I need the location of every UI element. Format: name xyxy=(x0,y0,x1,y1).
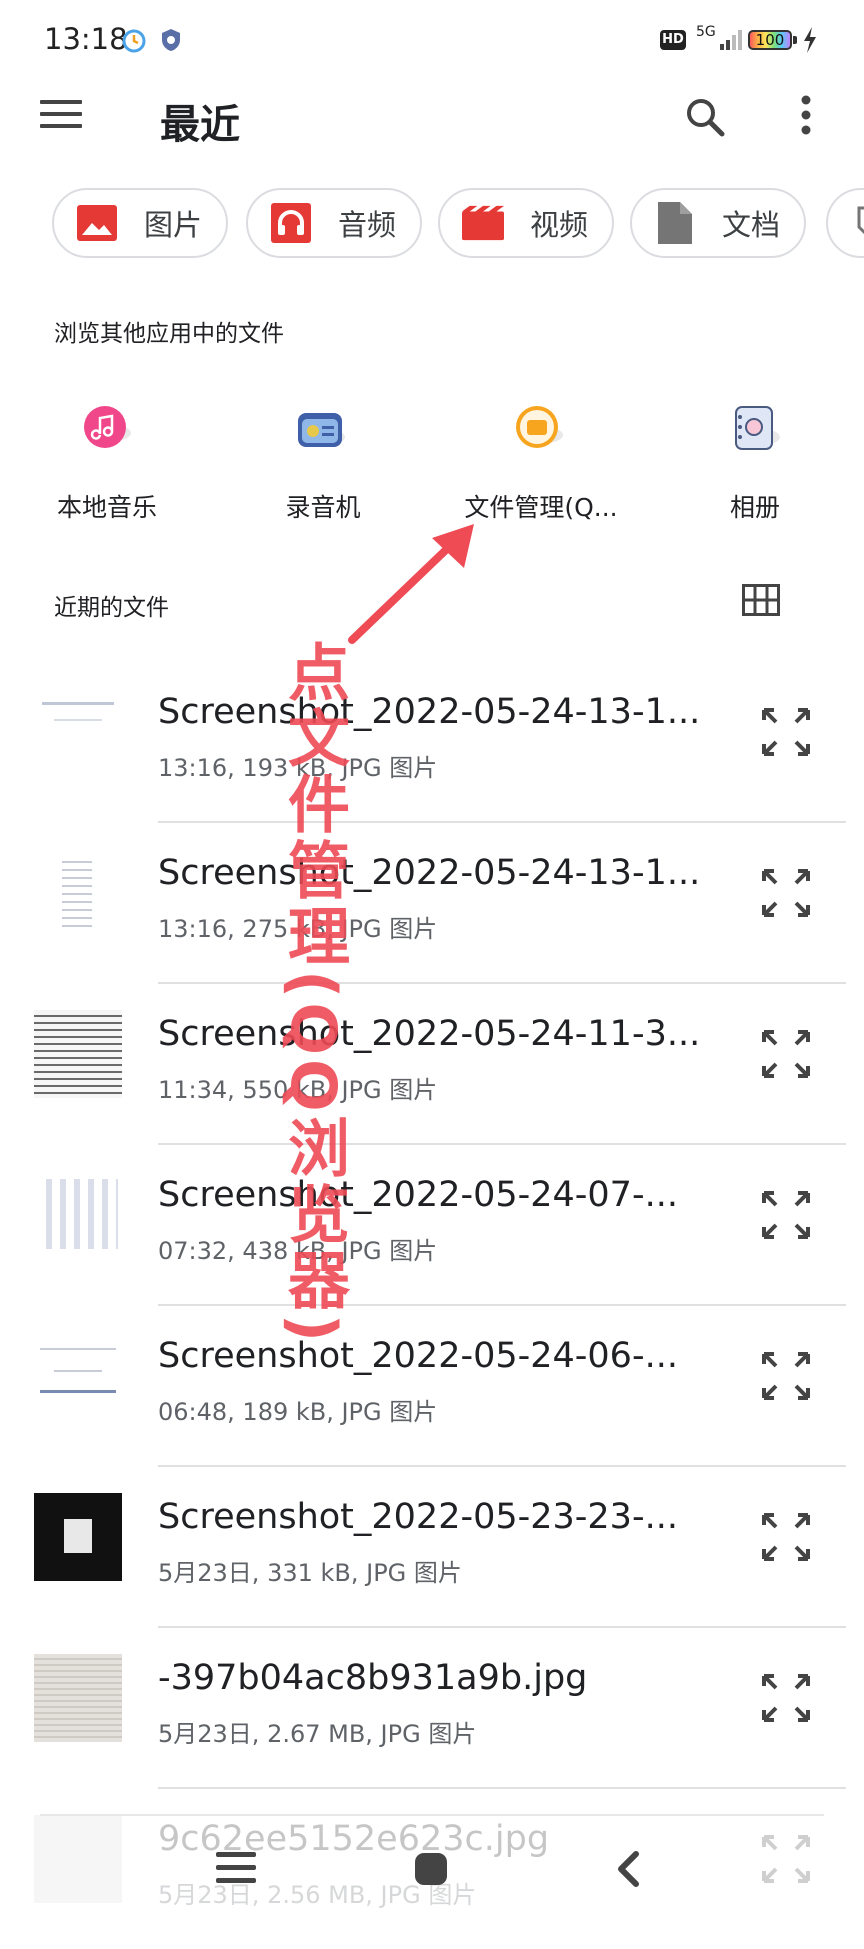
search-icon[interactable] xyxy=(684,96,726,138)
file-row[interactable]: Screenshot_2022-05-24-06-... 06:48, 189 … xyxy=(0,1306,864,1467)
network-label: 5G xyxy=(696,24,716,40)
annotation-text: 点文件管理(QQ浏览器) xyxy=(277,640,350,1347)
gallery-app-icon[interactable] xyxy=(732,405,780,453)
expand-icon[interactable] xyxy=(760,1511,812,1563)
file-row[interactable]: Screenshot_2022-05-24-07-... 07:32, 438 … xyxy=(0,1145,864,1306)
chip-label: 文档 xyxy=(722,208,781,242)
file-thumbnail xyxy=(34,1332,122,1420)
music-app-icon[interactable] xyxy=(83,405,131,453)
alarm-icon xyxy=(122,29,146,53)
file-meta: 5月23日, 331 kB, JPG 图片 xyxy=(158,1559,462,1587)
app-label-file-manager[interactable]: 文件管理(Q... xyxy=(456,488,626,524)
file-name: Screenshot_2022-05-23-23-... xyxy=(158,1497,678,1537)
recents-nav-icon[interactable] xyxy=(216,1852,256,1884)
file-thumbnail xyxy=(34,1010,122,1098)
more-vert-icon[interactable] xyxy=(796,94,816,136)
file-name: -397b04ac8b931a9b.jpg xyxy=(158,1658,588,1698)
file-row[interactable]: Screenshot_2022-05-24-13-1... 13:16, 275… xyxy=(0,823,864,984)
file-meta: 5月23日, 2.67 MB, JPG 图片 xyxy=(158,1720,477,1748)
chip-label: 音频 xyxy=(338,208,397,242)
apps-section-label: 浏览其他应用中的文件 xyxy=(54,321,284,347)
headphones-icon xyxy=(270,202,312,244)
file-name: Screenshot_2022-05-24-13-1... xyxy=(158,853,701,893)
nav-divider xyxy=(40,1814,824,1816)
expand-icon[interactable] xyxy=(760,1833,812,1885)
chip-audio[interactable]: 音频 xyxy=(246,188,422,258)
shield-icon xyxy=(162,29,180,51)
expand-icon[interactable] xyxy=(760,1028,812,1080)
chip-documents[interactable]: 文档 xyxy=(630,188,806,258)
menu-icon[interactable] xyxy=(40,100,82,132)
file-name: Screenshot_2022-05-24-11-3... xyxy=(158,1014,701,1054)
expand-icon[interactable] xyxy=(760,1350,812,1402)
battery-indicator: 100 xyxy=(748,30,792,50)
file-thumbnail xyxy=(34,849,122,937)
recent-section-label: 近期的文件 xyxy=(54,595,169,621)
status-time: 13:18 xyxy=(44,22,128,56)
file-row[interactable]: Screenshot_2022-05-24-13-1... 13:16, 193… xyxy=(0,662,864,823)
expand-icon[interactable] xyxy=(760,1189,812,1241)
expand-icon[interactable] xyxy=(760,1672,812,1724)
file-thumbnail xyxy=(34,1815,122,1903)
back-nav-icon[interactable] xyxy=(614,1850,642,1888)
expand-icon[interactable] xyxy=(760,706,812,758)
battery-tip xyxy=(793,36,797,44)
annotation-arrow xyxy=(348,524,474,644)
grid-view-icon[interactable] xyxy=(742,584,780,616)
app-label-recorder[interactable]: 录音机 xyxy=(238,488,408,524)
document-icon xyxy=(654,202,696,244)
chip-label: 图片 xyxy=(144,208,203,242)
chip-video[interactable]: 视频 xyxy=(438,188,614,258)
file-row[interactable]: -397b04ac8b931a9b.jpg 5月23日, 2.67 MB, JP… xyxy=(0,1628,864,1789)
file-row[interactable]: Screenshot_2022-05-24-11-3... 11:34, 550… xyxy=(0,984,864,1145)
file-thumbnail xyxy=(34,688,122,776)
signal-icon xyxy=(720,30,742,50)
file-meta: 06:48, 189 kB, JPG 图片 xyxy=(158,1398,438,1426)
video-icon xyxy=(462,202,504,244)
recorder-app-icon[interactable] xyxy=(297,405,345,453)
charge-icon xyxy=(804,27,816,53)
app-label-gallery[interactable]: 相册 xyxy=(670,488,840,524)
file-name: Screenshot_2022-05-24-06-... xyxy=(158,1336,678,1376)
file-manager-app-icon[interactable] xyxy=(515,405,563,453)
image-icon xyxy=(76,202,118,244)
file-row[interactable]: Screenshot_2022-05-23-23-... 5月23日, 331 … xyxy=(0,1467,864,1628)
app-label-music[interactable]: 本地音乐 xyxy=(22,488,192,524)
home-nav-icon[interactable] xyxy=(414,1852,448,1886)
chip-more[interactable] xyxy=(826,188,864,258)
label-icon xyxy=(850,202,864,244)
file-thumbnail xyxy=(34,1171,122,1259)
file-name: Screenshot_2022-05-24-13-1... xyxy=(158,692,701,732)
file-name: Screenshot_2022-05-24-07-... xyxy=(158,1175,678,1215)
page-title: 最近 xyxy=(160,102,240,148)
file-thumbnail xyxy=(34,1493,122,1581)
chip-images[interactable]: 图片 xyxy=(52,188,228,258)
hd-badge: HD xyxy=(660,30,686,50)
chip-label: 视频 xyxy=(530,208,589,242)
expand-icon[interactable] xyxy=(760,867,812,919)
file-thumbnail xyxy=(34,1654,122,1742)
